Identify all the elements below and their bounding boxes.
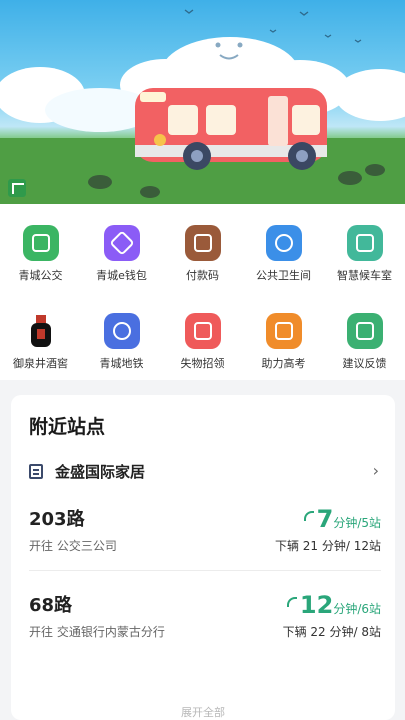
grid-item-label: 助力高考: [261, 357, 306, 370]
restroom-icon: [266, 225, 302, 261]
route-row[interactable]: 68路 开往 交通银行内蒙古分行 12分钟/6站 下辆 22 分钟/ 8站: [29, 591, 381, 651]
grid-item-payment-code[interactable]: 付款码: [162, 204, 243, 284]
lost-found-icon: [185, 313, 221, 349]
grid-item-label: 青城公交: [18, 269, 63, 282]
grid-item-label: 青城e钱包: [96, 269, 147, 282]
grid-item-wine-cellar[interactable]: 御泉井酒窖: [0, 292, 81, 372]
feedback-icon: [347, 313, 383, 349]
station-row[interactable]: 金盛国际家居 ›: [27, 461, 379, 483]
eta-stops: 6站: [361, 602, 381, 616]
next-bus: 下辆 22 分钟/ 8站: [282, 625, 381, 639]
route-eta: 12分钟/6站: [286, 591, 381, 619]
chevron-right-icon: ›: [372, 461, 379, 480]
nearby-stations-card: 附近站点 金盛国际家居 › 203路 开往 公交三公司 7分钟/5站 下辆 21…: [11, 395, 395, 720]
expand-all-link[interactable]: 展开全部: [11, 704, 395, 720]
flag-icon[interactable]: [8, 179, 26, 197]
eta-stops: 5站: [361, 516, 381, 530]
bus-icon: [23, 225, 59, 261]
route-row[interactable]: 203路 开往 公交三公司 7分钟/5站 下辆 21 分钟/ 12站: [29, 505, 381, 565]
card-title: 附近站点: [29, 416, 106, 438]
grid-item-label: 建议反馈: [342, 357, 387, 370]
grid-item-qingcheng-bus[interactable]: 青城公交: [0, 204, 81, 284]
signal-icon: [303, 511, 314, 521]
divider: [29, 570, 381, 571]
grid-item-metro[interactable]: 青城地铁: [81, 292, 162, 372]
grid-item-e-wallet[interactable]: 青城e钱包: [81, 204, 162, 284]
wallet-icon: [104, 225, 140, 261]
wine-bottle-icon: [23, 313, 59, 349]
route-name: 203路: [29, 509, 85, 530]
bus-illustration: [0, 9, 405, 204]
bus-stop-icon: [29, 464, 43, 479]
grid-item-label: 青城地铁: [99, 357, 144, 370]
next-bus: 下辆 21 分钟/ 12站: [274, 539, 381, 553]
eta-unit: 分钟/: [333, 602, 362, 616]
grid-item-label: 御泉井酒窖: [13, 357, 68, 370]
grid-item-restroom[interactable]: 公共卫生间: [243, 204, 324, 284]
function-grid: 青城公交 青城e钱包 付款码 公共卫生间 智慧候车室 御泉井酒窖 青城地铁 失物…: [0, 204, 405, 380]
grid-item-label: 失物招领: [180, 357, 225, 370]
route-direction: 开往 公交三公司: [29, 539, 117, 553]
checkbox-icon: [266, 313, 302, 349]
grid-item-label: 公共卫生间: [256, 269, 311, 282]
grid-item-label: 付款码: [186, 269, 219, 282]
grid-item-lost-found[interactable]: 失物招领: [162, 292, 243, 372]
top-banner: [0, 0, 405, 204]
signal-icon: [286, 597, 297, 607]
grid-item-exam-support[interactable]: 助力高考: [243, 292, 324, 372]
route-direction: 开往 交通银行内蒙古分行: [29, 625, 165, 639]
station-name: 金盛国际家居: [55, 463, 146, 481]
grid-item-waiting-room[interactable]: 智慧候车室: [324, 204, 405, 284]
metro-icon: [104, 313, 140, 349]
eta-minutes: 7: [316, 505, 334, 533]
grid-item-feedback[interactable]: 建议反馈: [324, 292, 405, 372]
qrcode-icon: [185, 225, 221, 261]
eta-minutes: 12: [299, 591, 334, 619]
route-eta: 7分钟/5站: [303, 505, 381, 533]
route-name: 68路: [29, 595, 73, 616]
waiting-room-icon: [347, 225, 383, 261]
grid-item-label: 智慧候车室: [337, 269, 392, 282]
eta-unit: 分钟/: [333, 516, 362, 530]
